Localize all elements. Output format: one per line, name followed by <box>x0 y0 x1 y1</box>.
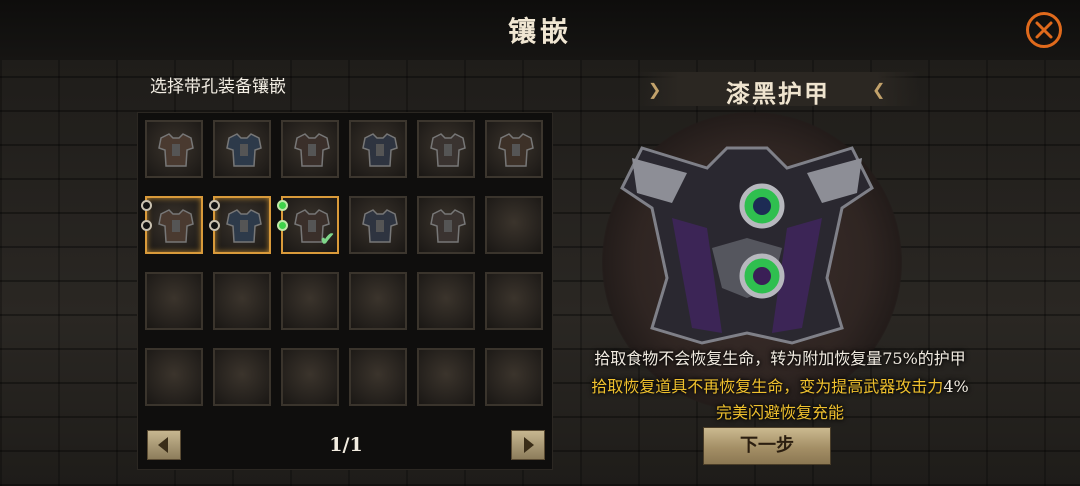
effect-line-2-text: 拾取恢复道具不再恢复生命，变为提高武器攻击力 <box>591 377 944 396</box>
inventory-slot[interactable] <box>213 120 271 178</box>
inventory-slot[interactable] <box>281 348 339 406</box>
inventory-slot[interactable] <box>213 348 271 406</box>
inventory-slot[interactable] <box>417 196 475 254</box>
inventory-slot[interactable] <box>281 120 339 178</box>
inventory-slot[interactable] <box>349 272 407 330</box>
title-bar: 镶嵌 <box>0 0 1080 61</box>
inventory-slot[interactable] <box>485 196 543 254</box>
close-button[interactable] <box>1026 12 1062 48</box>
armor-icon <box>430 209 466 243</box>
armor-icon <box>226 209 262 243</box>
page-title: 镶嵌 <box>507 15 572 48</box>
armor-icon <box>294 133 330 167</box>
inventory-slot[interactable] <box>209 196 271 254</box>
socket-empty-icon <box>141 200 152 211</box>
armor-icon <box>158 209 194 243</box>
armor-preview-image <box>620 146 874 345</box>
socket-gem-icon <box>277 220 288 231</box>
checkmark-icon: ✔ <box>319 229 335 250</box>
inventory-slot[interactable] <box>485 272 543 330</box>
page-indicator: 1/1 <box>329 434 363 456</box>
inventory-slot[interactable] <box>141 196 203 254</box>
effect-line-2: 拾取恢复道具不再恢复生命，变为提高武器攻击力4% <box>520 373 1040 397</box>
next-step-button[interactable]: 下一步 <box>703 427 831 465</box>
socket-empty-icon <box>209 220 220 231</box>
inventory-slot[interactable] <box>417 120 475 178</box>
effect-line-3: 完美闪避恢复充能 <box>715 403 844 422</box>
item-name: 漆黑护甲 <box>726 79 830 108</box>
armor-icon <box>362 133 398 167</box>
inventory-slot[interactable] <box>281 272 339 330</box>
next-page-button[interactable] <box>511 430 545 460</box>
socket-empty-icon <box>209 200 220 211</box>
inventory-slot[interactable]: ✔ <box>277 196 339 254</box>
armor-icon <box>362 209 398 243</box>
close-x-icon <box>1035 21 1053 39</box>
inventory-slot[interactable] <box>349 196 407 254</box>
inventory-slot[interactable] <box>145 348 203 406</box>
inventory-subtitle: 选择带孔装备镶嵌 <box>150 77 286 97</box>
triangle-left-icon <box>158 437 168 453</box>
prev-page-button[interactable] <box>147 430 181 460</box>
inventory-slot[interactable] <box>417 348 475 406</box>
triangle-right-icon <box>524 437 534 453</box>
inventory-slot[interactable] <box>417 272 475 330</box>
armor-icon <box>498 133 534 167</box>
armor-icon <box>158 133 194 167</box>
socket-empty-icon <box>141 220 152 231</box>
armor-icon <box>430 133 466 167</box>
inventory-slot[interactable] <box>349 120 407 178</box>
effect-line-2-value: 4% <box>943 377 969 396</box>
inventory-slot[interactable] <box>145 120 203 178</box>
inventory-slot[interactable] <box>145 272 203 330</box>
effect-line-1: 拾取食物不会恢复生命，转为附加恢复量75%的护甲 <box>594 349 966 368</box>
socket-gem-icon <box>277 200 288 211</box>
inventory-slot[interactable] <box>349 348 407 406</box>
armor-icon <box>226 133 262 167</box>
inventory-slot[interactable] <box>485 120 543 178</box>
inventory-slot[interactable] <box>213 272 271 330</box>
